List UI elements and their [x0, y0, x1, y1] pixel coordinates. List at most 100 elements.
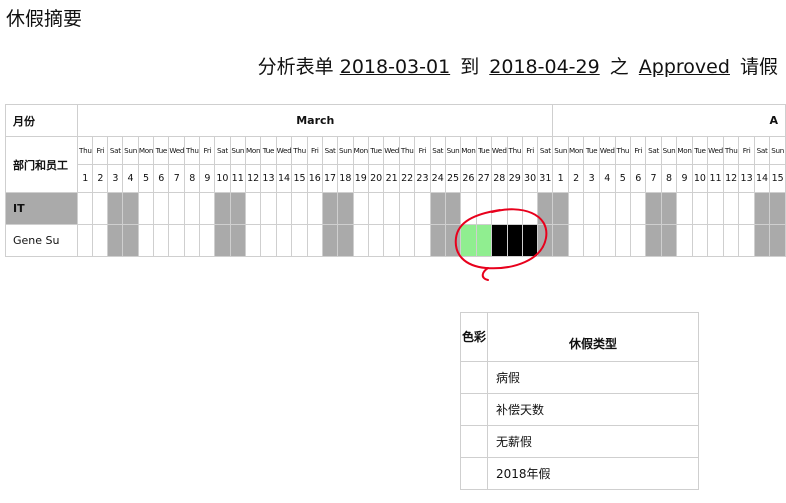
- day-cell: [367, 224, 385, 257]
- weekend-cell: [229, 192, 246, 225]
- weekday-cell: Thu: [722, 136, 740, 165]
- weekend-cell: [645, 224, 662, 257]
- day-cell: [260, 192, 277, 225]
- day-cell: [137, 192, 155, 225]
- day-cell: [137, 224, 155, 257]
- weekend-cell: [769, 224, 786, 257]
- weekday-cell: Sun: [552, 136, 569, 165]
- day-number-cell: 2: [92, 164, 109, 193]
- weekday-cell: Sun: [660, 136, 678, 165]
- date-to-link[interactable]: 2018-04-29: [489, 56, 599, 78]
- legend-swatch: [460, 425, 488, 458]
- day-cell: [275, 192, 293, 225]
- day-number-cell: 12: [244, 164, 262, 193]
- weekend-cell: [753, 224, 771, 257]
- weekday-cell: Sun: [444, 136, 462, 165]
- weekday-cell: Wed: [598, 136, 616, 165]
- day-cell: [676, 224, 693, 257]
- weekday-cell: Mon: [676, 136, 693, 165]
- weekday-cell: Tue: [691, 136, 709, 165]
- day-number-cell: 23: [414, 164, 431, 193]
- state-link[interactable]: Approved: [639, 56, 730, 78]
- day-cell: [153, 224, 170, 257]
- month-march: March: [77, 104, 554, 137]
- day-cell: [738, 192, 755, 225]
- leave-cell-sick: [475, 224, 492, 257]
- day-cell: [614, 192, 632, 225]
- weekend-cell: [107, 224, 124, 257]
- date-from-link[interactable]: 2018-03-01: [340, 56, 450, 78]
- legend-type-header: 休假类型: [487, 312, 699, 362]
- day-cell: [199, 192, 216, 225]
- day-cell: [691, 192, 709, 225]
- weekday-cell: Wed: [707, 136, 724, 165]
- weekday-cell: Thu: [399, 136, 416, 165]
- day-cell: [598, 192, 616, 225]
- to-word: 到: [460, 56, 480, 78]
- day-cell: [722, 192, 740, 225]
- weekday-cell: Mon: [567, 136, 585, 165]
- weekday-cell: Tue: [583, 136, 600, 165]
- day-cell: [630, 224, 647, 257]
- weekend-cell: [645, 192, 662, 225]
- weekend-cell: [537, 192, 554, 225]
- weekday-cell: Sat: [429, 136, 446, 165]
- day-number-cell: 5: [137, 164, 155, 193]
- day-cell: [77, 192, 94, 225]
- dept-employee-label: 部门和员工: [4, 136, 79, 193]
- day-cell: [691, 224, 709, 257]
- weekend-cell: [444, 192, 462, 225]
- weekday-cell: Fri: [199, 136, 216, 165]
- day-number-cell: 19: [352, 164, 369, 193]
- month-row: 月份 March A: [4, 104, 786, 137]
- day-number-cell: 18: [337, 164, 354, 193]
- weekend-cell: [429, 224, 446, 257]
- day-cell: [490, 192, 508, 225]
- day-cell: [707, 224, 724, 257]
- day-number-cell: 15: [291, 164, 308, 193]
- weekday-cell: Mon: [352, 136, 369, 165]
- day-number-cell: 22: [399, 164, 416, 193]
- day-number-cell: 6: [153, 164, 170, 193]
- department-row: IT: [4, 192, 786, 225]
- weekday-cell: Wed: [168, 136, 186, 165]
- weekday-cell: Sat: [214, 136, 231, 165]
- day-cell: [460, 192, 477, 225]
- weekend-cell: [660, 192, 678, 225]
- leave-cell: [506, 224, 523, 257]
- day-cell: [153, 192, 170, 225]
- day-cell: [352, 224, 369, 257]
- legend-row: 补偿天数: [460, 393, 699, 426]
- day-number-cell: 14: [753, 164, 771, 193]
- day-cell: [738, 224, 755, 257]
- weekday-cell: Sat: [537, 136, 554, 165]
- weekend-cell: [552, 192, 569, 225]
- day-number-cell: 28: [490, 164, 508, 193]
- month-label: 月份: [4, 104, 79, 137]
- day-number-row: 1 2 3 4 5 6 7 8 9 10 11 12 13 14 15 16 17 18 19 20 21 22 23 24 2…: [6, 164, 786, 193]
- weekday-cell: Tue: [260, 136, 277, 165]
- weekend-cell: [122, 192, 139, 225]
- legend-color-header: 色彩: [460, 312, 488, 362]
- weekend-cell: [214, 192, 231, 225]
- day-number-cell: 7: [645, 164, 662, 193]
- day-cell: [199, 224, 216, 257]
- weekday-cell: Sat: [753, 136, 771, 165]
- day-number-cell: 17: [321, 164, 339, 193]
- legend-row: 病假: [460, 361, 699, 394]
- day-number-cell: 31: [537, 164, 554, 193]
- day-number-cell: 11: [707, 164, 724, 193]
- legend-swatch: [460, 457, 488, 490]
- weekday-cell: Sun: [122, 136, 139, 165]
- day-cell: [583, 192, 600, 225]
- weekday-cell: Fri: [738, 136, 755, 165]
- day-cell: [352, 192, 369, 225]
- weekend-cell: [214, 224, 231, 257]
- day-number-cell: 10: [214, 164, 231, 193]
- day-number-cell: 8: [660, 164, 678, 193]
- leave-cell-sick: [460, 224, 477, 257]
- employee-row: Gene Su: [4, 224, 786, 257]
- weekday-cell: Tue: [153, 136, 170, 165]
- weekend-cell: [107, 192, 124, 225]
- day-number-cell: 15: [769, 164, 786, 193]
